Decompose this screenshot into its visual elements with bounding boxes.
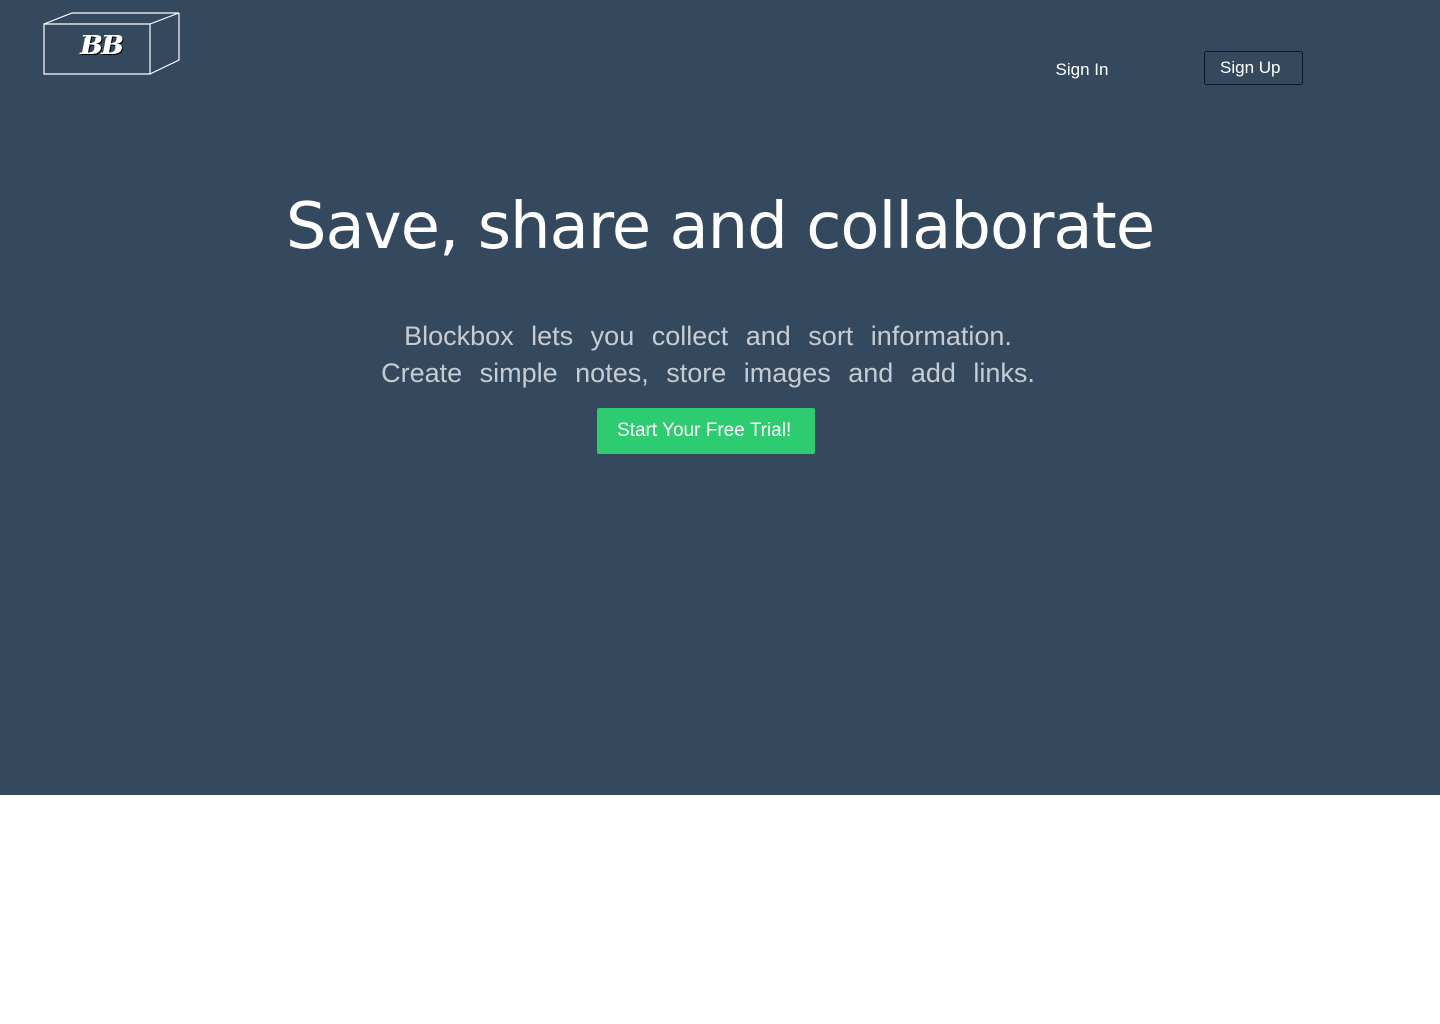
- hero-description-line-2: Create simple notes, store images and ad…: [381, 358, 1035, 388]
- hero-headline: Save, share and collaborate: [285, 190, 1155, 264]
- logo[interactable]: BB: [42, 12, 182, 76]
- start-free-trial-button[interactable]: Start Your Free Trial!: [597, 408, 815, 454]
- logo-text: BB: [81, 31, 124, 61]
- hero-description: Blockbox lets you collect and sort infor…: [320, 318, 1096, 392]
- hero-section: BB Sign In Sign Up Save, share and colla…: [0, 0, 1440, 795]
- sign-in-link[interactable]: Sign In: [1040, 56, 1124, 84]
- hero-description-line-1: Blockbox lets you collect and sort infor…: [404, 321, 1012, 351]
- sign-up-button[interactable]: Sign Up: [1204, 51, 1303, 85]
